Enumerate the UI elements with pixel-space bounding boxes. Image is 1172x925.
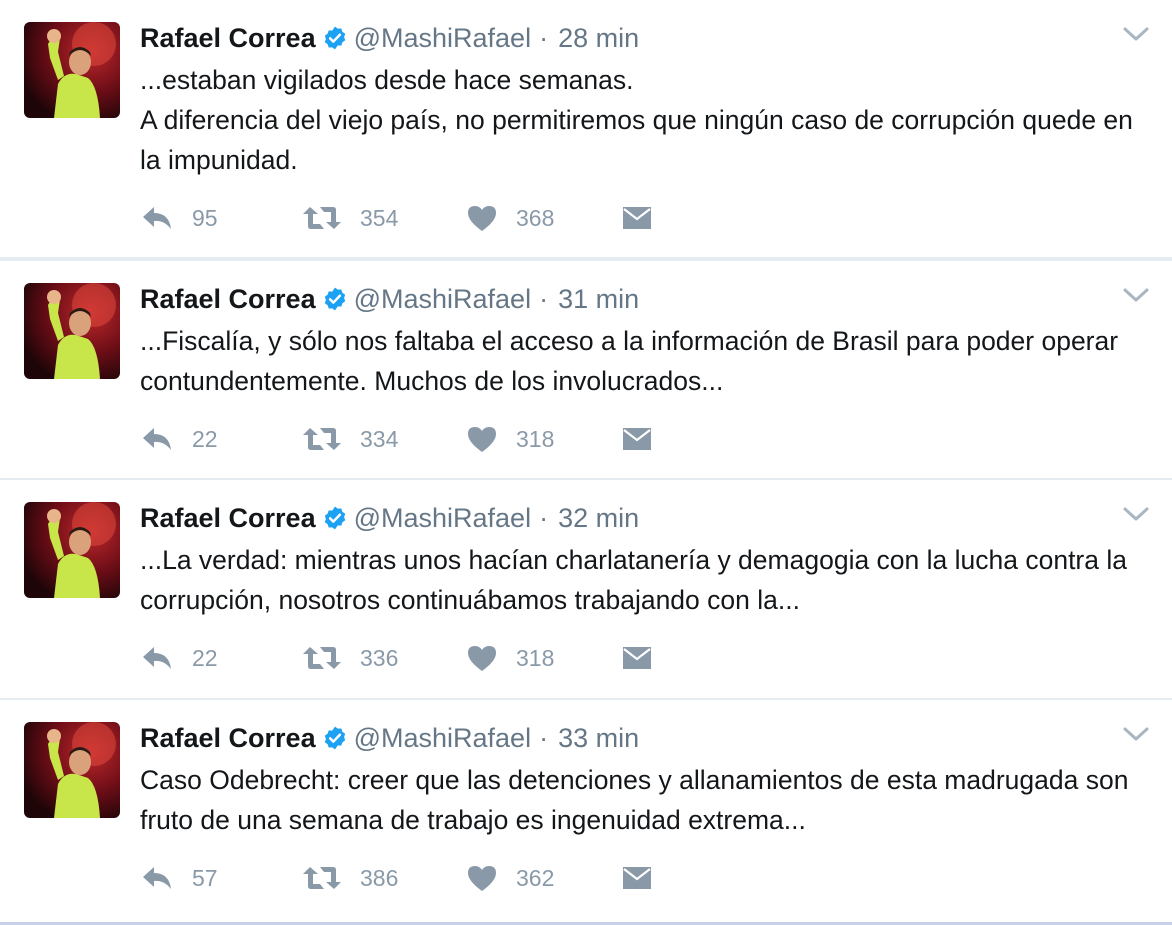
chevron-down-icon[interactable]	[1122, 724, 1150, 744]
reply-count: 22	[192, 425, 218, 452]
avatar[interactable]	[24, 502, 120, 598]
reply-button[interactable]: 57	[140, 864, 302, 892]
avatar[interactable]	[24, 22, 120, 118]
separator-dot: ·	[539, 283, 549, 314]
author-handle[interactable]: @MashiRafael	[354, 284, 531, 315]
like-count: 318	[516, 425, 555, 452]
verified-badge-icon	[322, 725, 348, 751]
retweet-button[interactable]: 386	[302, 864, 466, 892]
chevron-down-icon[interactable]	[1122, 24, 1150, 44]
action-bar: 22 336 318	[140, 638, 661, 678]
direct-message-button[interactable]	[621, 644, 661, 672]
author-name[interactable]: Rafael Correa	[140, 284, 316, 315]
like-count: 318	[516, 644, 555, 671]
envelope-icon	[623, 647, 651, 669]
tweet-text: ...La verdad: mientras unos hacían charl…	[140, 545, 1127, 615]
author-handle[interactable]: @MashiRafael	[354, 23, 531, 54]
tweet[interactable]: Rafael Correa @MashiRafael · 28 min ...e…	[0, 0, 1172, 259]
timestamp-link[interactable]: 31 min	[558, 284, 639, 315]
timeline: Rafael Correa @MashiRafael · 28 min ...e…	[0, 0, 1172, 925]
verified-badge-icon	[322, 286, 348, 312]
like-button[interactable]: 318	[466, 425, 621, 453]
like-button[interactable]: 318	[466, 644, 621, 672]
reply-button[interactable]: 22	[140, 425, 302, 453]
heart-icon	[468, 206, 496, 231]
direct-message-button[interactable]	[621, 864, 661, 892]
reply-icon	[143, 207, 171, 229]
like-count: 362	[516, 864, 555, 891]
reply-button[interactable]: 22	[140, 644, 302, 672]
chevron-down-icon[interactable]	[1122, 504, 1150, 524]
reply-count: 22	[192, 644, 218, 671]
author-handle[interactable]: @MashiRafael	[354, 503, 531, 534]
envelope-icon	[623, 207, 651, 229]
action-bar: 95 354 368	[140, 198, 661, 238]
like-button[interactable]: 362	[466, 864, 621, 892]
tweet-text: ...estaban vigilados desde hace semanas.…	[140, 65, 1133, 175]
separator-dot: ·	[539, 22, 549, 53]
tweet[interactable]: Rafael Correa @MashiRafael · 31 min ...F…	[0, 259, 1172, 480]
heart-icon	[468, 866, 496, 891]
retweet-button[interactable]: 334	[302, 425, 466, 453]
author-name[interactable]: Rafael Correa	[140, 503, 316, 534]
avatar[interactable]	[24, 283, 120, 379]
like-count: 368	[516, 204, 555, 231]
author-name[interactable]: Rafael Correa	[140, 23, 316, 54]
direct-message-button[interactable]	[621, 425, 661, 453]
action-bar: 57 386 362	[140, 858, 661, 898]
timestamp-link[interactable]: 33 min	[558, 723, 639, 754]
reply-icon	[143, 867, 171, 889]
retweet-count: 334	[360, 425, 399, 452]
verified-badge-icon	[322, 25, 348, 51]
retweet-count: 354	[360, 204, 399, 231]
direct-message-button[interactable]	[621, 204, 661, 232]
reply-icon	[143, 428, 171, 450]
author-name[interactable]: Rafael Correa	[140, 723, 316, 754]
separator-dot: ·	[539, 722, 549, 753]
retweet-icon	[303, 867, 341, 889]
timestamp-link[interactable]: 28 min	[558, 23, 639, 54]
avatar[interactable]	[24, 722, 120, 818]
author-handle[interactable]: @MashiRafael	[354, 723, 531, 754]
tweet-header: Rafael Correa @MashiRafael · 28 min	[140, 22, 639, 54]
retweet-count: 386	[360, 864, 399, 891]
reply-icon	[143, 647, 171, 669]
action-bar: 22 334 318	[140, 419, 661, 459]
verified-badge-icon	[322, 505, 348, 531]
tweet-header: Rafael Correa @MashiRafael · 31 min	[140, 283, 639, 315]
tweet-header: Rafael Correa @MashiRafael · 32 min	[140, 502, 639, 534]
reply-button[interactable]: 95	[140, 204, 302, 232]
timestamp-link[interactable]: 32 min	[558, 503, 639, 534]
separator-dot: ·	[539, 502, 549, 533]
chevron-down-icon[interactable]	[1122, 285, 1150, 305]
heart-icon	[468, 427, 496, 452]
retweet-icon	[303, 428, 341, 450]
retweet-icon	[303, 207, 341, 229]
retweet-icon	[303, 647, 341, 669]
tweet-header: Rafael Correa @MashiRafael · 33 min	[140, 722, 639, 754]
retweet-count: 336	[360, 644, 399, 671]
envelope-icon	[623, 428, 651, 450]
envelope-icon	[623, 867, 651, 889]
reply-count: 95	[192, 204, 218, 231]
tweet-text: ...Fiscalía, y sólo nos faltaba el acces…	[140, 326, 1119, 396]
tweet[interactable]: Rafael Correa @MashiRafael · 33 min Caso…	[0, 700, 1172, 925]
tweet[interactable]: Rafael Correa @MashiRafael · 32 min ...L…	[0, 480, 1172, 700]
like-button[interactable]: 368	[466, 204, 621, 232]
tweet-text: Caso Odebrecht: creer que las detencione…	[140, 765, 1129, 835]
retweet-button[interactable]: 336	[302, 644, 466, 672]
heart-icon	[468, 646, 496, 671]
reply-count: 57	[192, 864, 218, 891]
retweet-button[interactable]: 354	[302, 204, 466, 232]
